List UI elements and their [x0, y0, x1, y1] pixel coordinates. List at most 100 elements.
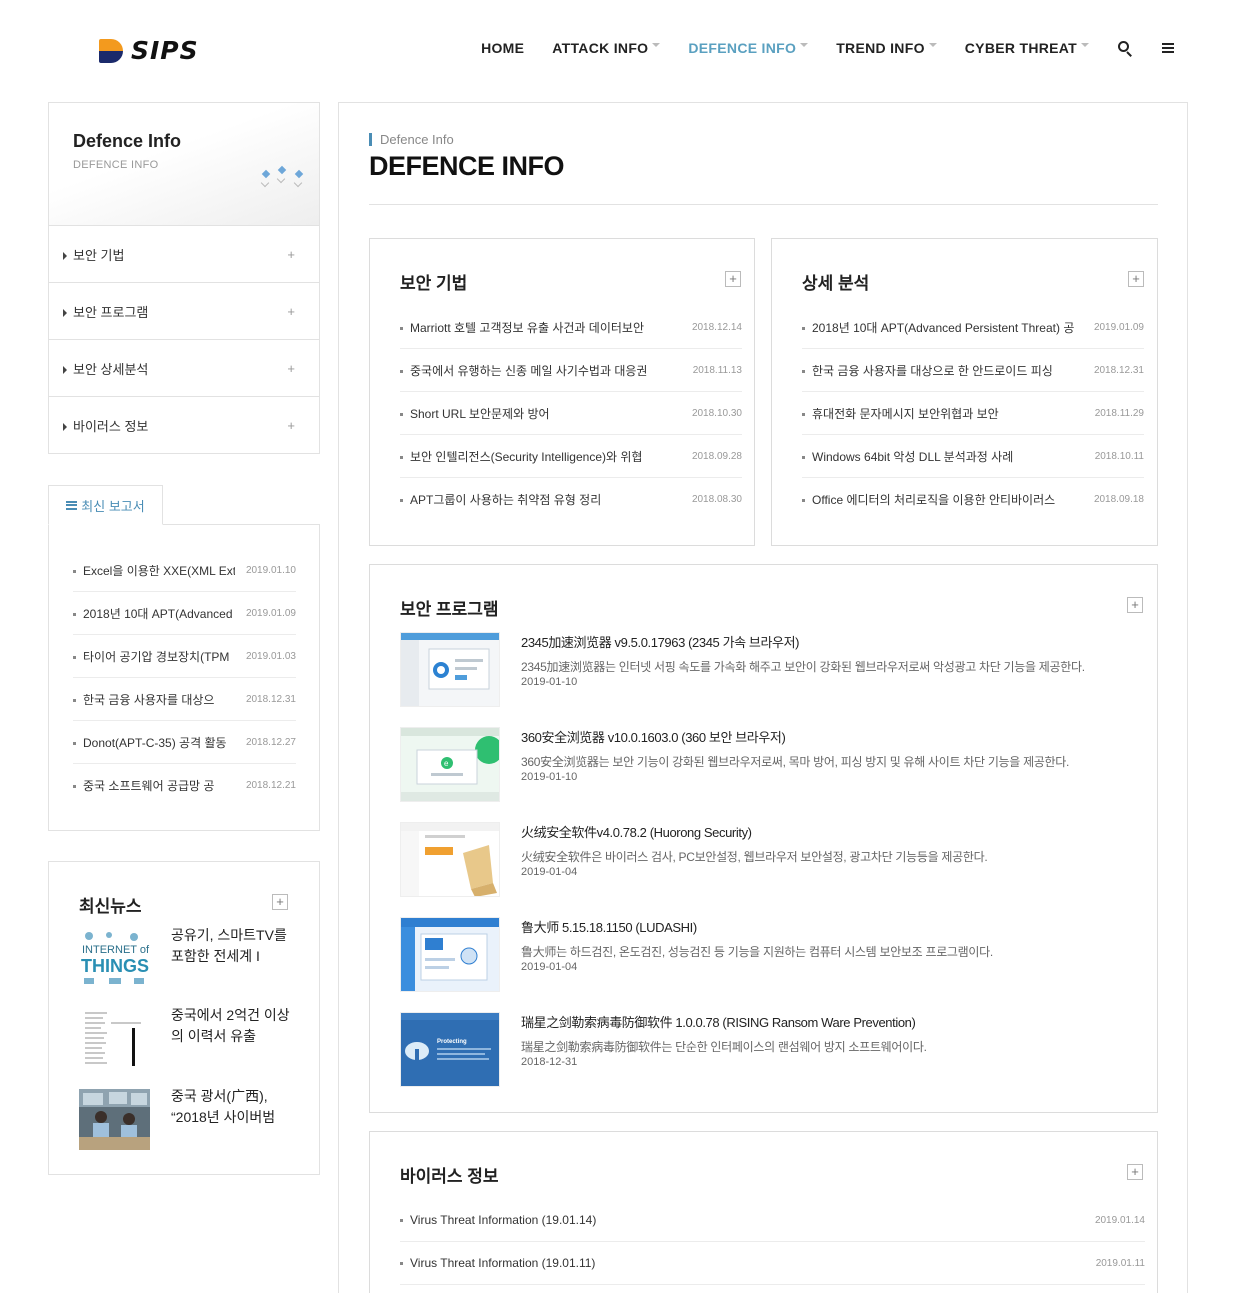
divider — [369, 204, 1158, 205]
list-item[interactable]: 중국에서 유행하는 신종 메일 사기수법과 대응권 2018.11.13 — [400, 349, 742, 392]
expand-icon[interactable]: + — [287, 247, 295, 262]
list-item[interactable]: Virus Threat Information (19.01.14) 2019.… — [400, 1199, 1145, 1242]
item-date: 2019.01.09 — [1093, 321, 1144, 333]
item-date: 2018.12.31 — [1093, 364, 1144, 376]
panel-title: 보안 기법 — [400, 274, 468, 293]
triangle-right-icon — [63, 252, 67, 261]
program-name: 360安全浏览器 v10.0.1603.0 (360 보안 브라우저) — [521, 730, 786, 745]
list-item[interactable]: 2018년 10대 APT(Advanced Persistent Threat… — [802, 306, 1144, 349]
list-item[interactable]: APT그룹이 사용하는 취약점 유형 정리 2018.08.30 — [400, 478, 742, 521]
list-item[interactable]: Marriott 호텔 고객정보 유출 사건과 데이터보안 2018.12.14 — [400, 306, 742, 349]
expand-icon[interactable]: + — [287, 304, 295, 319]
list-item[interactable]: Excel을 이용한 XXE(XML Ext 2019.01.10 — [73, 549, 296, 592]
program-item[interactable]: Protecting 瑞星之剑勒索病毒防御软件 1.0.0.78 (RISING… — [400, 1012, 1140, 1088]
sidebar-item-label: 보안 프로그램 — [63, 302, 148, 321]
expand-icon[interactable]: + — [287, 361, 295, 376]
techniques-list: Marriott 호텔 고객정보 유출 사건과 데이터보안 2018.12.14 … — [400, 306, 742, 521]
triangle-right-icon — [63, 366, 67, 375]
list-item[interactable]: Virus Threat Information (19.01.11) 2019.… — [400, 1242, 1145, 1285]
list-item[interactable]: Windows 64bit 악성 DLL 분석과정 사례 2018.10.11 — [802, 435, 1144, 478]
nav-defence-info[interactable]: DEFENCE INFO — [688, 40, 809, 56]
list-item[interactable]: 중국 소프트웨어 공급망 공 2018.12.21 — [73, 764, 296, 807]
programs-panel: 보안 프로그램 + 2345加速浏览器 v9.5.0.17963 (2345 가… — [369, 564, 1158, 1113]
program-date: 2019-01-10 — [521, 676, 578, 688]
news-item[interactable]: 중국에서 2억건 이상의 이력서 유출 — [79, 1007, 299, 1070]
list-item[interactable]: 2018년 10대 APT(Advanced P 2019.01.09 — [73, 592, 296, 635]
item-title: Virus Threat Information (19.01.11) — [410, 1256, 596, 1270]
program-item[interactable]: 火绒安全软件v4.0.78.2 (Huorong Security) 火绒安全软… — [400, 822, 1140, 898]
nav-home[interactable]: HOME — [481, 40, 524, 56]
list-item[interactable]: 타이어 공기압 경보장치(TPM 2019.01.03 — [73, 635, 296, 678]
diamond-icon — [261, 169, 271, 179]
more-virus-button[interactable]: + — [1127, 1164, 1143, 1180]
chevron-down-icon — [276, 174, 286, 184]
sidebar-item-virus[interactable]: 바이러스 정보 + — [48, 397, 320, 454]
caret-down-icon — [652, 43, 661, 47]
techniques-panel: 보안 기법 + Marriott 호텔 고객정보 유출 사건과 데이터보안 201… — [369, 238, 755, 546]
news-item[interactable]: 중국 광서(广西), “2018년 사이버범 — [79, 1088, 299, 1151]
list-item[interactable]: 휴대전화 문자메시지 보안위협과 보안 2018.11.29 — [802, 392, 1144, 435]
chevron-down-icon — [260, 178, 270, 188]
reports-panel: Excel을 이용한 XXE(XML Ext 2019.01.10 2018년 1… — [48, 524, 320, 831]
nav-attack-info[interactable]: ATTACK INFO — [552, 40, 661, 56]
caret-down-icon — [800, 43, 809, 47]
news-thumbnail — [79, 1089, 150, 1150]
svg-text:THINGS: THINGS — [81, 956, 149, 976]
news-item[interactable]: INTERNET of THINGS 공유기, 스마트TV를 포함한 전세계 I — [79, 927, 299, 990]
menu-icon[interactable] — [1161, 40, 1177, 56]
report-title: 2018년 10대 APT(Advanced P — [83, 606, 235, 621]
analysis-panel: 상세 분석 + 2018년 10대 APT(Advanced Persisten… — [771, 238, 1158, 546]
sidebar-item-text: 보안 상세분석 — [73, 361, 149, 377]
sidebar-item-label: 보안 기법 — [63, 245, 124, 264]
list-item[interactable]: Short URL 보안문제와 방어 2018.10.30 — [400, 392, 742, 435]
item-title: Windows 64bit 악성 DLL 분석과정 사례 — [812, 449, 1014, 464]
program-name: 鲁大师 5.15.18.1150 (LUDASHI) — [521, 920, 697, 935]
report-date: 2018.12.21 — [245, 780, 296, 791]
triangle-right-icon — [63, 423, 67, 432]
more-programs-button[interactable]: + — [1127, 597, 1143, 613]
expand-icon[interactable]: + — [287, 418, 295, 433]
more-techniques-button[interactable]: + — [725, 271, 741, 287]
item-title: 보안 인텔리전스(Security Intelligence)와 위협 — [410, 449, 643, 464]
program-description: 瑞星之剑勒索病毒防御软件는 단순한 인터페이스의 랜섬웨어 방지 소프트웨어이다… — [521, 1040, 927, 1054]
sidebar-item-text: 보안 프로그램 — [73, 304, 149, 320]
triangle-right-icon — [63, 309, 67, 318]
news-headline: 중국에서 2억건 이상의 이력서 유출 — [171, 1007, 290, 1044]
program-item[interactable]: 鲁大师 5.15.18.1150 (LUDASHI) 鲁大师는 하드검진, 온도… — [400, 917, 1140, 993]
reports-list: Excel을 이용한 XXE(XML Ext 2019.01.10 2018년 1… — [73, 549, 296, 807]
sidebar-item-analysis[interactable]: 보안 상세분석 + — [48, 340, 320, 397]
nav-cyber-threat-label: CYBER THREAT — [964, 40, 1077, 56]
site-logo[interactable]: SIPS — [99, 36, 199, 65]
nav-trend-info[interactable]: TREND INFO — [836, 40, 937, 56]
nav-attack-info-label: ATTACK INFO — [552, 40, 649, 56]
panel-title: 바이러스 정보 — [400, 1167, 499, 1186]
list-item[interactable]: 한국 금융 사용자를 대상으로 한 안드로이드 피싱 2018.12.31 — [802, 349, 1144, 392]
more-news-button[interactable]: + — [272, 894, 288, 910]
sidebar-item-programs[interactable]: 보안 프로그램 + — [48, 283, 320, 340]
breadcrumb: Defence Info — [369, 133, 454, 146]
list-item[interactable]: Donot(APT-C-35) 공격 활동 2018.12.27 — [73, 721, 296, 764]
item-date: 2019.01.11 — [1095, 1257, 1145, 1269]
caret-down-icon — [928, 43, 937, 47]
program-description: 火绒安全软件은 바이러스 검사, PC보안설정, 웹브라우저 보안설정, 광고차… — [521, 850, 988, 864]
tab-latest-reports[interactable]: 최신 보고서 — [48, 485, 163, 525]
program-item[interactable]: 2345加速浏览器 v9.5.0.17963 (2345 가속 브라우저) 23… — [400, 632, 1140, 708]
program-date: 2019-01-04 — [521, 961, 578, 973]
report-title: Donot(APT-C-35) 공격 활동 — [83, 735, 227, 750]
program-item[interactable]: e 360安全浏览器 v10.0.1603.0 (360 보안 브라우저) 36… — [400, 727, 1140, 803]
tab-label-text: 최신 보고서 — [81, 498, 145, 514]
nav-cyber-threat[interactable]: CYBER THREAT — [965, 40, 1089, 56]
search-icon[interactable] — [1117, 40, 1133, 57]
more-analysis-button[interactable]: + — [1128, 271, 1144, 287]
item-title: 2018년 10대 APT(Advanced Persistent Threat… — [812, 320, 1075, 335]
item-title: 한국 금융 사용자를 대상으로 한 안드로이드 피싱 — [812, 363, 1053, 378]
list-item[interactable]: 한국 금융 사용자를 대상으 2018.12.31 — [73, 678, 296, 721]
list-item[interactable]: 보안 인텔리전스(Security Intelligence)와 위협 2018.… — [400, 435, 742, 478]
report-title: 타이어 공기압 경보장치(TPM — [83, 649, 230, 664]
diamond-icon — [294, 169, 304, 179]
sidebar-item-techniques[interactable]: 보안 기법 + — [48, 226, 320, 283]
nav-defence-info-label: DEFENCE INFO — [688, 40, 797, 56]
sidebar-header: Defence Info DEFENCE INFO — [48, 102, 320, 226]
nav-home-label: HOME — [481, 40, 525, 56]
list-item[interactable]: Office 에디터의 처리로직을 이용한 안티바이러스 2018.09.18 — [802, 478, 1144, 521]
